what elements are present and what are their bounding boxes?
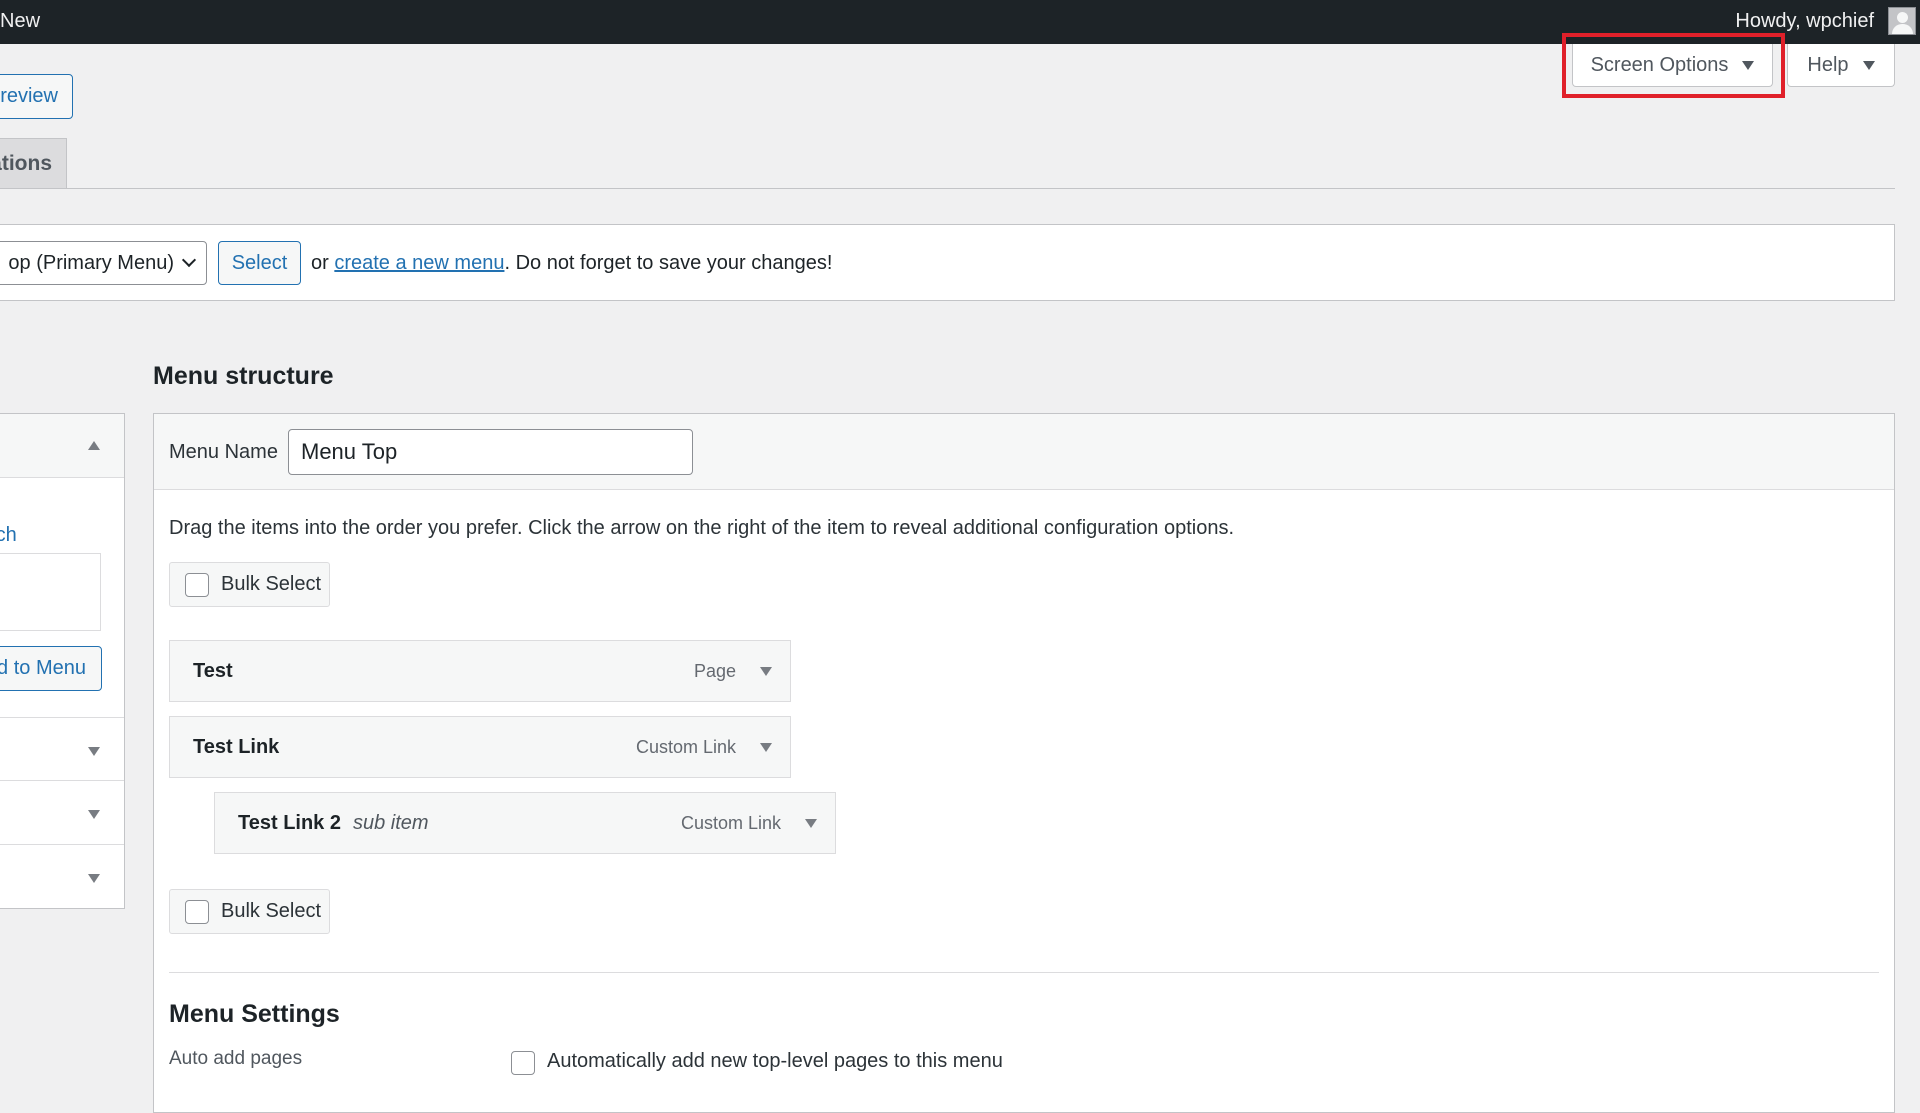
drag-instructions: Drag the items into the order you prefer… xyxy=(169,517,1235,539)
bulk-select-bottom[interactable]: Bulk Select xyxy=(169,889,330,934)
triangle-down-icon[interactable] xyxy=(805,819,817,828)
menu-item-sub[interactable]: Test Link 2 sub item Custom Link xyxy=(214,792,836,854)
menu-select-dropdown[interactable]: op (Primary Menu) xyxy=(0,241,207,285)
menu-item[interactable]: Test Page xyxy=(169,640,791,702)
triangle-down-icon[interactable] xyxy=(760,667,772,676)
triangle-up-icon xyxy=(88,441,100,450)
menu-item-type: Custom Link xyxy=(680,812,781,833)
hint-text-before: or xyxy=(311,252,335,274)
user-avatar-icon[interactable] xyxy=(1888,7,1916,35)
bulk-select-checkbox[interactable] xyxy=(185,572,209,597)
accordion-section-pages[interactable] xyxy=(0,414,124,478)
accordion-section-custom-links[interactable] xyxy=(0,781,124,845)
account-greeting[interactable]: Howdy, wpchief xyxy=(1735,10,1874,33)
hint-text-after: . Do not forget to save your changes! xyxy=(504,252,833,274)
menu-item[interactable]: Test Link Custom Link xyxy=(169,716,791,778)
menu-select-hint: or create a new menu. Do not forget to s… xyxy=(311,252,832,275)
triangle-down-icon[interactable] xyxy=(760,743,772,752)
screen-options-label: Screen Options xyxy=(1590,53,1729,76)
triangle-down-icon xyxy=(1742,60,1755,70)
add-menu-items-panel: rch d to Menu xyxy=(0,413,125,909)
bulk-select-checkbox[interactable] xyxy=(185,899,209,924)
menu-edit-panel: Menu Name Drag the items into the order … xyxy=(153,413,1895,1113)
search-tab-link[interactable]: rch xyxy=(0,524,17,547)
section-divider xyxy=(169,972,1879,973)
menu-select-value: op (Primary Menu) xyxy=(8,251,174,274)
auto-add-pages-label: Auto add pages xyxy=(169,1048,303,1069)
auto-add-pages-option[interactable]: Automatically add new top-level pages to… xyxy=(547,1050,1003,1073)
screen-options-button[interactable]: Screen Options xyxy=(1572,44,1773,87)
avatar-head xyxy=(1897,12,1908,23)
tab-manage-locations[interactable]: ations xyxy=(0,138,67,189)
menu-name-input[interactable] xyxy=(288,429,693,475)
menu-name-label: Menu Name xyxy=(169,441,278,463)
triangle-down-icon xyxy=(88,810,100,819)
select-menu-button[interactable]: Select xyxy=(218,241,301,285)
live-preview-button[interactable]: Preview xyxy=(0,74,73,119)
items-checklist[interactable] xyxy=(0,553,101,631)
help-button[interactable]: Help xyxy=(1787,44,1895,87)
menu-name-header: Menu Name xyxy=(154,414,1894,490)
admin-bar: New Howdy, wpchief xyxy=(0,0,1920,44)
menu-item-title: Test Link xyxy=(193,735,280,758)
new-content-link[interactable]: New xyxy=(0,10,40,33)
triangle-down-icon xyxy=(88,747,100,756)
create-new-menu-link[interactable]: create a new menu xyxy=(334,252,504,274)
bulk-select-label: Bulk Select xyxy=(221,573,322,595)
accordion-section-categories[interactable] xyxy=(0,845,124,909)
add-to-menu-button[interactable]: d to Menu xyxy=(0,646,102,691)
triangle-down-icon xyxy=(88,874,100,883)
menu-item-sub-label: sub item xyxy=(353,811,429,834)
menu-item-type: Page xyxy=(693,660,736,681)
accordion-section-posts[interactable] xyxy=(0,717,124,781)
tab-divider xyxy=(0,188,1895,189)
menu-structure-title: Menu structure xyxy=(153,362,334,390)
menu-item-type: Custom Link xyxy=(635,736,736,757)
chevron-down-icon xyxy=(181,252,197,268)
bulk-select-label: Bulk Select xyxy=(221,900,322,922)
bulk-select-top[interactable]: Bulk Select xyxy=(169,562,330,607)
avatar-body xyxy=(1892,24,1913,34)
help-label: Help xyxy=(1807,53,1849,76)
auto-add-pages-checkbox[interactable] xyxy=(511,1051,535,1075)
menu-item-title: Test Link 2 xyxy=(238,811,341,834)
menu-settings-title: Menu Settings xyxy=(169,1000,340,1028)
triangle-down-icon xyxy=(1862,60,1875,70)
menu-item-title: Test xyxy=(193,659,233,682)
